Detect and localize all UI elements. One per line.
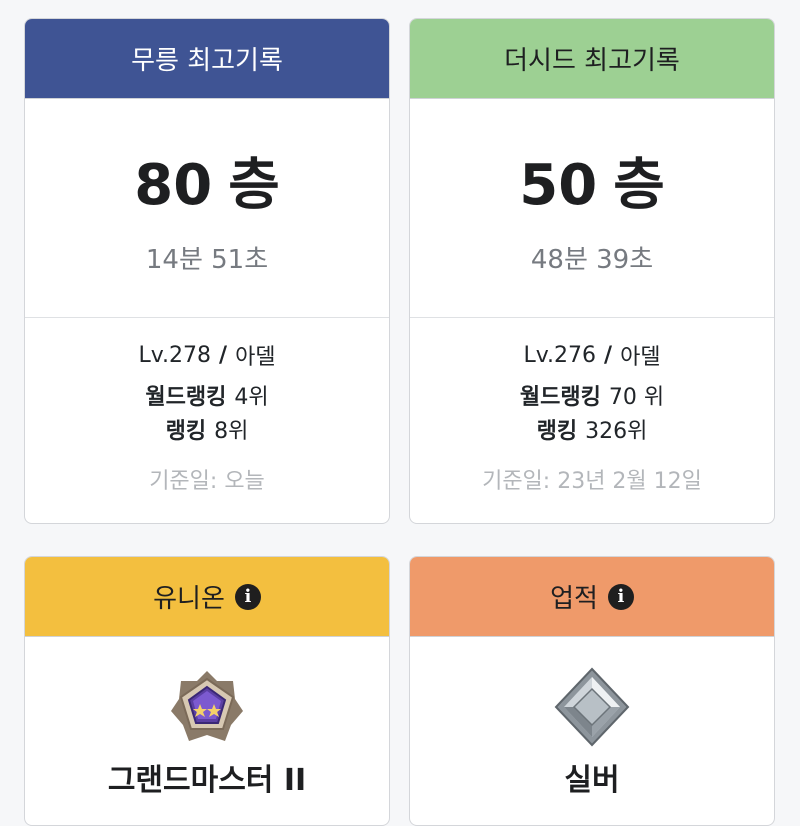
mureung-separator: / (219, 342, 228, 368)
mureung-title: 무릉 최고기록 (131, 46, 283, 76)
mureung-rank-value: 8위 (214, 419, 249, 444)
mureung-reference-date: 기준일: 오늘 (149, 469, 265, 494)
union-title: 유니온 (153, 584, 225, 614)
union-grade: 그랜드마스터 II (107, 763, 307, 798)
dusseid-world-ranking: 월드랭킹 70 위 (520, 378, 664, 412)
dusseid-rank-label: 랭킹 (536, 419, 578, 444)
mureung-record-details: Lv.278 / 아델 월드랭킹 4위 랭킹 8위 기준일: 오늘 (25, 318, 389, 496)
mureung-clear-time: 14분 51초 (145, 245, 269, 275)
mureung-world-rank-label: 월드랭킹 (145, 385, 227, 410)
dusseid-rank-value: 326위 (585, 419, 648, 444)
union-card-header: 유니온 i (25, 557, 389, 637)
silver-emblem-icon (554, 667, 630, 747)
mureung-job: 아델 (235, 345, 276, 370)
mureung-floor-unit: 층 (228, 153, 280, 218)
dusseid-world-rank-label: 월드랭킹 (519, 385, 601, 410)
mureung-floor: 80 층 (134, 140, 279, 221)
achievement-card-header: 업적 i (410, 557, 774, 637)
achievement-card: 업적 i 실버 (409, 556, 775, 826)
grandmaster-emblem-icon (171, 671, 243, 741)
info-icon[interactable]: i (234, 583, 261, 610)
mureung-world-rank-value: 4위 (234, 385, 269, 410)
achievement-grade-section: 실버 (410, 637, 774, 799)
info-icon[interactable]: i (607, 583, 634, 610)
dusseid-separator: / (604, 342, 613, 368)
dusseid-reference-date: 기준일: 23년 2월 12일 (482, 469, 702, 494)
achievement-grade: 실버 (564, 763, 620, 798)
dusseid-floor-value: 50 (519, 153, 598, 218)
mureung-floor-value: 80 (134, 153, 213, 218)
dusseid-ranking: 랭킹 326위 (537, 412, 648, 446)
union-card: 유니온 i 그랜드마스터 II (24, 556, 390, 826)
mureung-world-ranking: 월드랭킹 4위 (145, 378, 268, 412)
dusseid-character-info: Lv.276 / 아델 (523, 338, 660, 372)
dusseid-level: Lv.276 (523, 342, 597, 368)
dusseid-world-rank-value: 70 위 (608, 385, 665, 410)
dusseid-title: 더시드 최고기록 (504, 46, 680, 76)
mureung-rank-label: 랭킹 (165, 419, 207, 444)
mureung-record-card: 무릉 최고기록 80 층 14분 51초 Lv.278 / 아델 월드랭킹 4위… (24, 18, 390, 524)
dusseid-record-summary: 50 층 48분 39초 (410, 99, 774, 318)
dusseid-record-card: 더시드 최고기록 50 층 48분 39초 Lv.276 / 아델 월드랭킹 7… (409, 18, 775, 524)
dusseid-floor-unit: 층 (613, 153, 665, 218)
union-grade-section: 그랜드마스터 II (25, 637, 389, 799)
dusseid-record-details: Lv.276 / 아델 월드랭킹 70 위 랭킹 326위 기준일: 23년 2… (410, 318, 774, 496)
dusseid-job: 아델 (620, 345, 661, 370)
dusseid-floor: 50 층 (519, 140, 664, 221)
mureung-card-header: 무릉 최고기록 (25, 19, 389, 99)
mureung-ranking: 랭킹 8위 (166, 412, 249, 446)
mureung-level: Lv.278 (138, 342, 212, 368)
achievement-title: 업적 (550, 584, 598, 614)
dusseid-clear-time: 48분 39초 (530, 245, 654, 275)
mureung-character-info: Lv.278 / 아델 (138, 338, 275, 372)
mureung-record-summary: 80 층 14분 51초 (25, 99, 389, 318)
dusseid-card-header: 더시드 최고기록 (410, 19, 774, 99)
